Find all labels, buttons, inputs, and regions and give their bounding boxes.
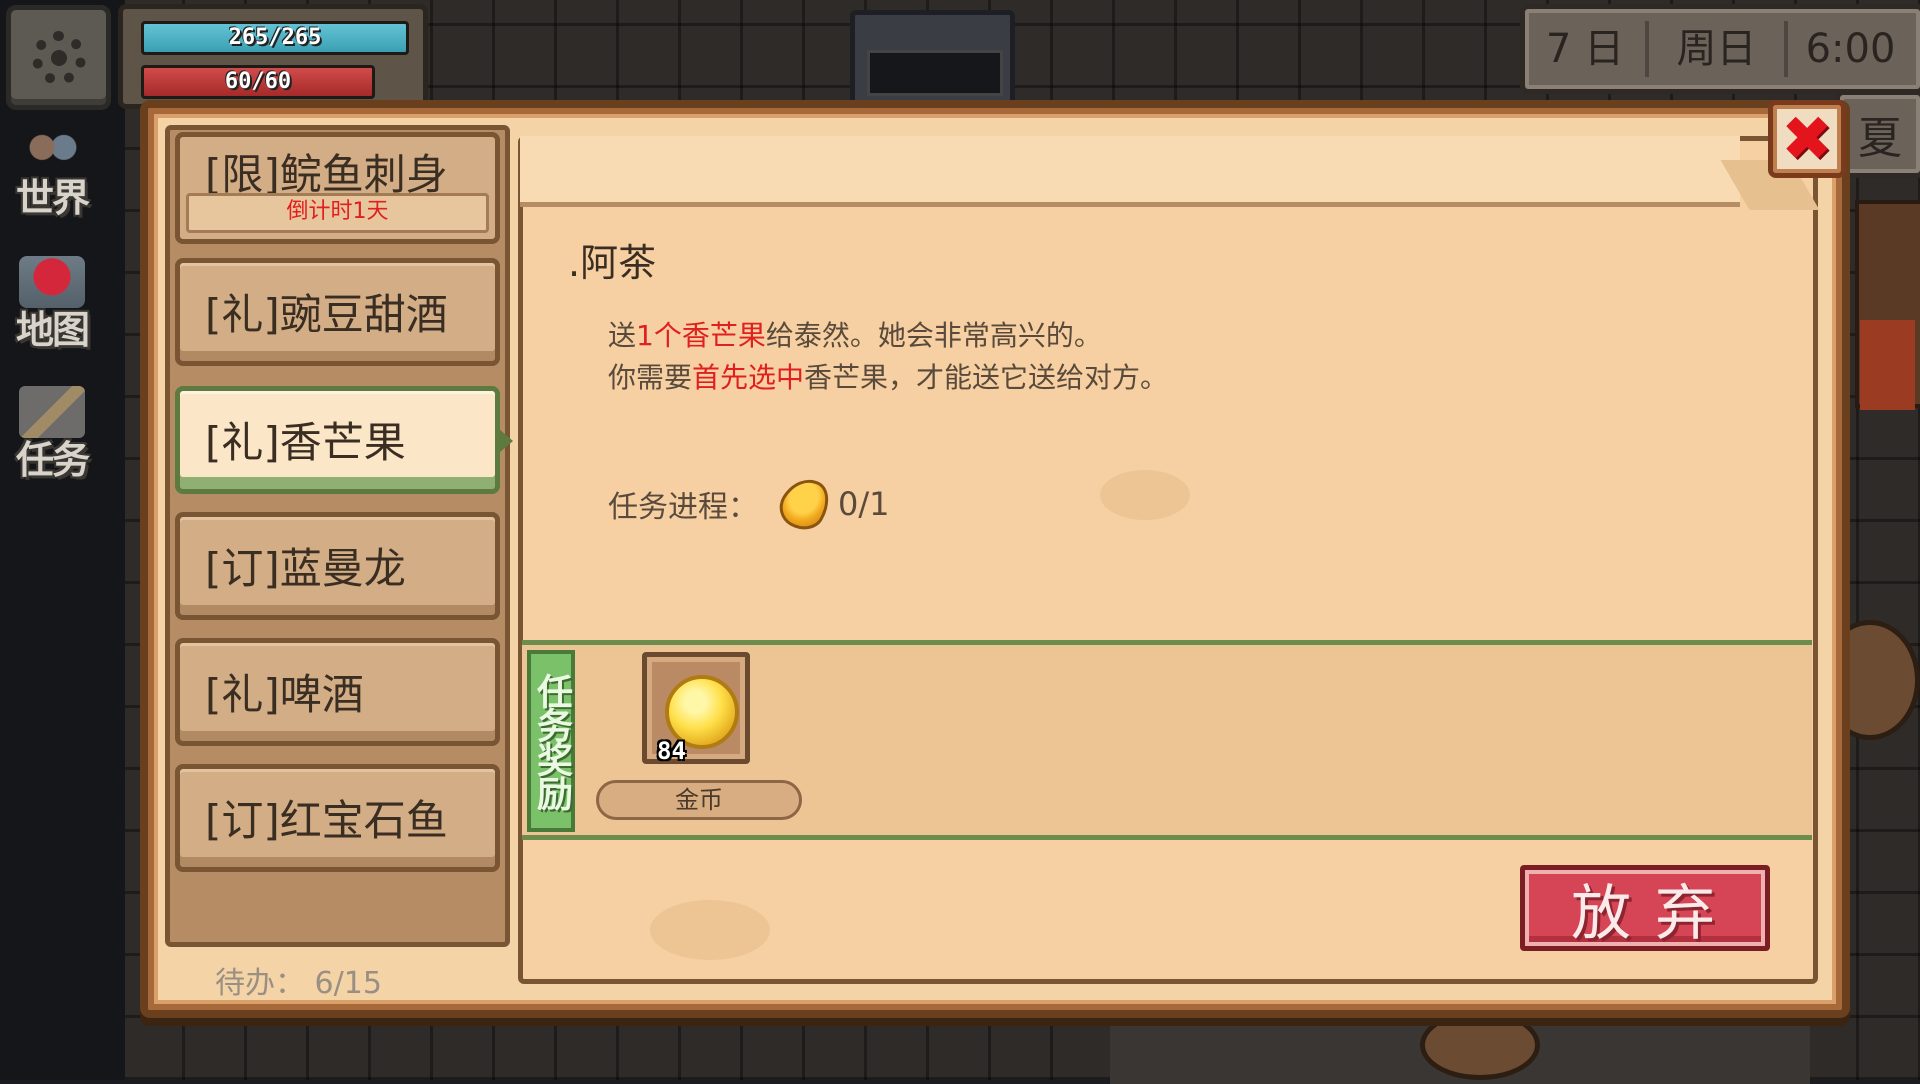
reward-item-name: 金币: [596, 780, 802, 820]
todo-counter: 待办： 6/15: [150, 950, 500, 1010]
desc-highlight: 首先选中: [692, 361, 805, 394]
quest-progress: 任务进程： 0/1: [608, 469, 890, 539]
reward-tag-label: 任务奖励: [531, 673, 572, 809]
machine-screen: [867, 50, 1003, 96]
task-icon: [19, 386, 85, 438]
quest-item-selected[interactable]: [礼]香芒果: [175, 386, 513, 494]
rug-prop: [1860, 320, 1915, 410]
reward-item-slot[interactable]: 84: [642, 652, 750, 765]
countdown-label: 倒计时1天: [186, 193, 489, 233]
health-bar: 265/265: [141, 21, 409, 55]
quest-item[interactable]: [礼]豌豆甜酒: [175, 258, 500, 366]
quest-npc-name: .阿茶: [568, 241, 657, 285]
side-nav-task[interactable]: 任务: [6, 380, 98, 480]
quest-item-label: [订]蓝曼龙: [205, 544, 406, 593]
quest-item-label: [礼]啤酒: [205, 670, 364, 719]
date-time-display: 7 日 周日 6:00: [1520, 4, 1920, 94]
quest-item[interactable]: [订]红宝石鱼: [175, 764, 500, 872]
quest-detail-panel: [518, 136, 1818, 984]
reward-count: 84: [657, 737, 686, 765]
side-nav-world[interactable]: 世界: [6, 118, 98, 218]
close-icon: ✖: [1781, 102, 1833, 175]
quest-description-line: 送1个香芒果给泰然。她会非常高兴的。: [608, 314, 1102, 354]
desc-text: 你需要: [608, 361, 693, 394]
gear-icon: [31, 30, 86, 85]
paper-stain: [650, 900, 770, 960]
desc-highlight: 1个香芒果: [636, 319, 766, 352]
quest-item[interactable]: [礼]啤酒: [175, 638, 500, 746]
quest-description-line: 你需要首先选中香芒果，才能送它送给对方。: [608, 356, 1168, 396]
progress-value: 0/1: [838, 485, 890, 523]
map-icon: [19, 256, 85, 308]
mango-icon: [772, 469, 838, 539]
side-nav-label: 任务: [15, 438, 90, 482]
abandon-button[interactable]: 放弃: [1520, 865, 1770, 951]
progress-label: 任务进程：: [608, 490, 758, 525]
desc-text: 给泰然。她会非常高兴的。: [765, 319, 1102, 352]
stamina-value: 60/60: [224, 69, 292, 94]
quest-item-label: [礼]香芒果: [205, 418, 406, 467]
side-nav-map[interactable]: 地图: [6, 250, 98, 350]
day-value: 7 日: [1545, 26, 1625, 72]
machine-prop: [850, 10, 1015, 110]
quest-item-limited[interactable]: [限]鲩鱼刺身 倒计时1天: [175, 132, 500, 244]
weekday-value: 周日: [1645, 21, 1784, 77]
desc-text: 送: [608, 319, 637, 352]
quest-detail-header: [520, 136, 1740, 207]
time-value: 6:00: [1784, 21, 1913, 77]
quest-item-label: [订]红宝石鱼: [205, 796, 448, 845]
side-nav-label: 地图: [15, 308, 90, 352]
side-nav-label: 世界: [15, 176, 90, 220]
todo-text: 待办： 6/15: [215, 966, 382, 1001]
settings-button[interactable]: [6, 5, 111, 110]
quest-item[interactable]: [订]蓝曼龙: [175, 512, 500, 620]
close-button[interactable]: ✖: [1768, 100, 1846, 178]
pot-prop: [1420, 1010, 1540, 1080]
world-icon: [19, 124, 85, 176]
quest-item-label: [礼]豌豆甜酒: [205, 290, 448, 339]
player-stats-panel: 265/265 60/60: [118, 4, 428, 109]
reward-tag: 任务奖励: [527, 650, 575, 832]
health-value: 265/265: [228, 25, 322, 50]
desc-text: 香芒果，才能送它送给对方。: [804, 361, 1169, 394]
paper-stain: [1100, 470, 1190, 520]
stamina-bar: 60/60: [141, 65, 375, 99]
